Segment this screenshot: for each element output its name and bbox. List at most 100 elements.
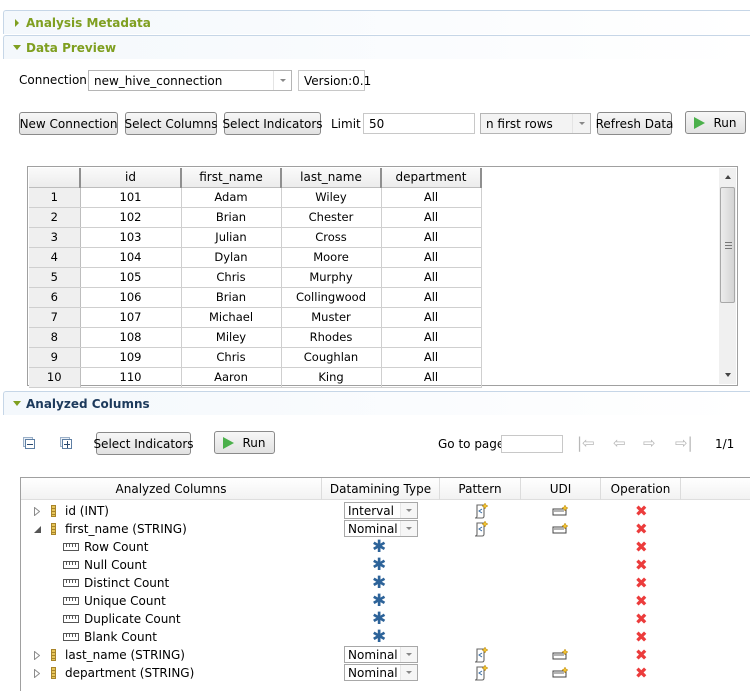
select-indicators-button[interactable]: Select Indicators xyxy=(222,112,323,135)
vertical-scrollbar[interactable] xyxy=(719,168,736,384)
delete-icon[interactable]: ✖ xyxy=(635,628,648,646)
column-row[interactable]: last_name (STRING) Nominal ✖ xyxy=(21,646,750,664)
column-row[interactable]: first_name (STRING) Nominal ✖ xyxy=(21,520,750,538)
section-data-preview[interactable]: Data Preview xyxy=(3,35,750,59)
datamining-type-value: Nominal xyxy=(348,521,398,536)
table-row[interactable]: 2 102 Brian Chester All xyxy=(29,207,482,228)
header-udi[interactable]: UDI xyxy=(521,478,601,500)
column-row[interactable]: id (INT) Interval ✖ xyxy=(21,502,750,520)
header-datamining-type[interactable]: Datamining Type xyxy=(322,478,440,500)
column-header-last-name[interactable]: last_name xyxy=(281,168,382,188)
last-name-cell: Chester xyxy=(281,207,382,228)
select-columns-button[interactable]: Select Columns xyxy=(124,112,218,135)
add-udi-icon[interactable] xyxy=(552,664,569,682)
column-header-first-name[interactable]: first_name xyxy=(181,168,282,188)
delete-icon[interactable]: ✖ xyxy=(635,664,648,682)
next-page-icon[interactable]: ⇨ xyxy=(643,434,656,452)
table-row[interactable]: 4 104 Dylan Moore All xyxy=(29,247,482,268)
delete-icon[interactable]: ✖ xyxy=(635,556,648,574)
indicator-settings-gear-icon[interactable]: ✱ xyxy=(372,574,386,592)
table-row[interactable]: 9 109 Chris Coughlan All xyxy=(29,347,482,368)
id-cell: 104 xyxy=(80,247,182,268)
add-udi-icon[interactable] xyxy=(552,520,569,538)
delete-icon[interactable]: ✖ xyxy=(635,610,648,628)
indicator-settings-gear-icon[interactable]: ✱ xyxy=(372,610,386,628)
first-name-cell: Michael xyxy=(181,307,282,328)
row-label-cell: Distinct Count xyxy=(63,574,169,592)
add-pattern-icon[interactable] xyxy=(473,646,489,664)
refresh-data-button[interactable]: Refresh Data xyxy=(596,112,673,135)
table-row[interactable]: 10 110 Aaron King All xyxy=(29,367,482,388)
indicator-row[interactable]: Row Count ✱ ✖ xyxy=(21,538,750,556)
add-pattern-icon[interactable] xyxy=(473,520,489,538)
column-header-id[interactable]: id xyxy=(80,168,182,188)
indicator-icon xyxy=(63,579,79,587)
expand-toggle-icon[interactable] xyxy=(33,668,41,678)
delete-icon[interactable]: ✖ xyxy=(635,646,648,664)
collapse-toggle-icon[interactable] xyxy=(33,525,41,534)
delete-icon[interactable]: ✖ xyxy=(635,538,648,556)
scroll-down-icon[interactable] xyxy=(719,366,736,384)
last-page-icon[interactable]: ⇨| xyxy=(675,434,693,452)
collapse-all-icon[interactable] xyxy=(23,437,36,450)
first-page-icon[interactable]: |⇦ xyxy=(577,434,595,452)
department-cell: All xyxy=(381,367,482,388)
add-udi-icon[interactable] xyxy=(552,646,569,664)
indicator-settings-gear-icon[interactable]: ✱ xyxy=(372,556,386,574)
id-cell: 108 xyxy=(80,327,182,348)
run-button-2[interactable]: Run xyxy=(214,431,275,454)
indicator-row[interactable]: Unique Count ✱ ✖ xyxy=(21,592,750,610)
table-row[interactable]: 3 103 Julian Cross All xyxy=(29,227,482,248)
go-to-page-input[interactable] xyxy=(501,435,563,453)
indicator-settings-gear-icon[interactable]: ✱ xyxy=(372,628,386,646)
indicator-row[interactable]: Null Count ✱ ✖ xyxy=(21,556,750,574)
connection-select[interactable]: new_hive_connection xyxy=(88,70,292,91)
expand-all-icon[interactable] xyxy=(60,437,73,450)
scroll-up-icon[interactable] xyxy=(719,168,736,186)
previous-page-icon[interactable]: ⇦ xyxy=(613,434,626,452)
expand-toggle-icon[interactable] xyxy=(33,506,41,516)
scrollbar-thumb[interactable] xyxy=(720,187,735,303)
row-number: 10 xyxy=(29,367,81,388)
delete-icon[interactable]: ✖ xyxy=(635,502,648,520)
header-operation[interactable]: Operation xyxy=(601,478,681,500)
datamining-type-select[interactable]: Interval xyxy=(344,502,418,519)
row-label-cell: last_name (STRING) xyxy=(33,646,185,664)
datamining-type-select[interactable]: Nominal xyxy=(344,664,418,681)
row-mode-select[interactable]: n first rows xyxy=(480,113,591,134)
delete-icon[interactable]: ✖ xyxy=(635,574,648,592)
section-analyzed-columns[interactable]: Analyzed Columns xyxy=(3,391,750,415)
delete-icon[interactable]: ✖ xyxy=(635,520,648,538)
datamining-type-select[interactable]: Nominal xyxy=(344,646,418,663)
table-row[interactable]: 1 101 Adam Wiley All xyxy=(29,187,482,208)
section-analysis-metadata[interactable]: Analysis Metadata xyxy=(3,10,750,34)
add-udi-icon[interactable] xyxy=(552,502,569,520)
table-row[interactable]: 7 107 Michael Muster All xyxy=(29,307,482,328)
column-icon xyxy=(51,667,56,679)
id-cell: 102 xyxy=(80,207,182,228)
row-label-cell: id (INT) xyxy=(33,502,109,520)
header-pattern[interactable]: Pattern xyxy=(440,478,521,500)
new-connection-button[interactable]: New Connection xyxy=(19,112,118,135)
column-row[interactable]: department (STRING) Nominal ✖ xyxy=(21,664,750,682)
header-analyzed-columns[interactable]: Analyzed Columns xyxy=(21,478,322,500)
table-row[interactable]: 8 108 Miley Rhodes All xyxy=(29,327,482,348)
add-pattern-icon[interactable] xyxy=(473,664,489,682)
table-row[interactable]: 5 105 Chris Murphy All xyxy=(29,267,482,288)
indicator-row[interactable]: Duplicate Count ✱ ✖ xyxy=(21,610,750,628)
datamining-type-select[interactable]: Nominal xyxy=(344,520,418,537)
expand-toggle-icon[interactable] xyxy=(33,650,41,660)
column-header-rownum[interactable] xyxy=(29,168,81,188)
delete-icon[interactable]: ✖ xyxy=(635,592,648,610)
table-row[interactable]: 6 106 Brian Collingwood All xyxy=(29,287,482,308)
indicator-row[interactable]: Distinct Count ✱ ✖ xyxy=(21,574,750,592)
indicator-row[interactable]: Blank Count ✱ ✖ xyxy=(21,628,750,646)
indicator-settings-gear-icon[interactable]: ✱ xyxy=(372,538,386,556)
first-name-cell: Julian xyxy=(181,227,282,248)
column-header-department[interactable]: department xyxy=(381,168,482,188)
add-pattern-icon[interactable] xyxy=(473,502,489,520)
select-indicators-button-2[interactable]: Select Indicators xyxy=(93,432,194,455)
limit-input[interactable]: 50 xyxy=(363,113,475,134)
run-button[interactable]: Run xyxy=(685,111,746,134)
indicator-settings-gear-icon[interactable]: ✱ xyxy=(372,592,386,610)
